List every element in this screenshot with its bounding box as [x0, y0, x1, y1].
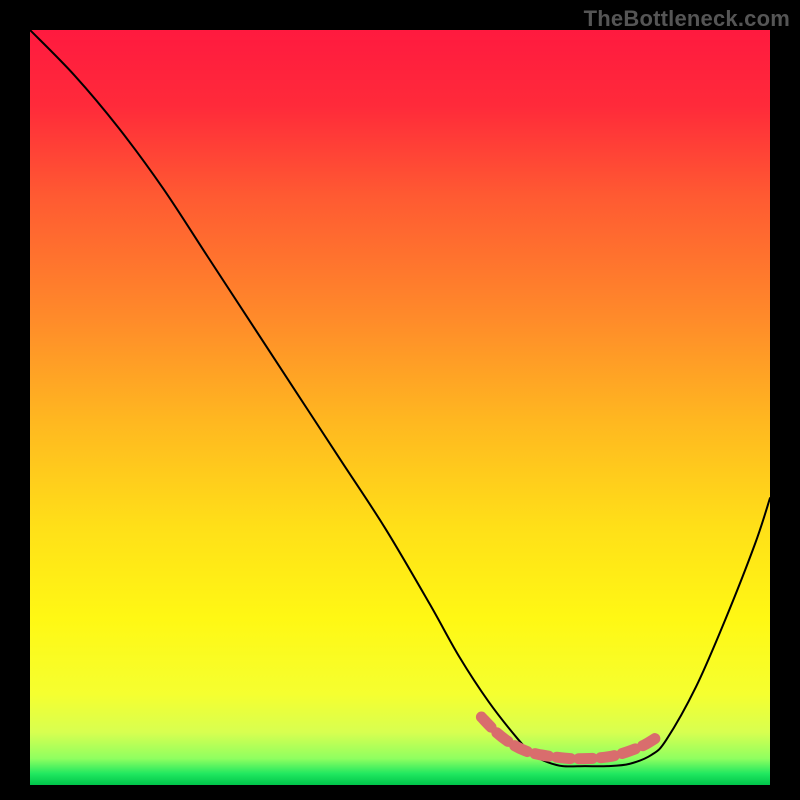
- watermark-text: TheBottleneck.com: [584, 6, 790, 32]
- bottleneck-chart: [30, 30, 770, 785]
- chart-background: [30, 30, 770, 785]
